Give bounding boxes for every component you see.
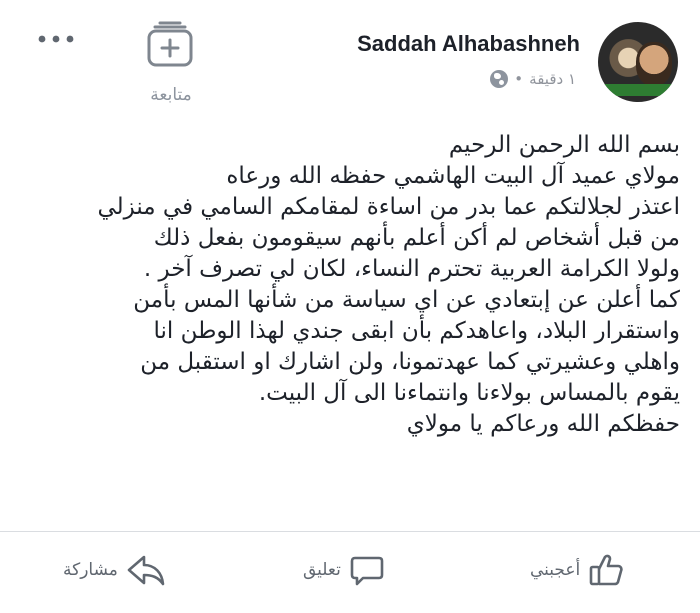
like-label: أعجبني <box>530 560 581 580</box>
follow-button-label[interactable]: متابعة <box>140 85 202 105</box>
post-text-line: مولاي عميد آل البيت الهاشمي حفظه الله ور… <box>226 163 680 189</box>
like-button[interactable]: أعجبني <box>530 538 624 602</box>
follow-icon[interactable] <box>146 20 194 68</box>
comment-button[interactable]: تعليق <box>303 538 385 602</box>
actions-divider <box>0 531 700 532</box>
post-text-line: يقوم بالمساس بولاءنا وانتماءنا الى آل ال… <box>258 380 680 406</box>
thumbs-up-icon <box>589 554 623 586</box>
share-button[interactable]: مشاركة <box>63 538 166 602</box>
comment-icon <box>350 556 384 586</box>
globe-icon <box>490 70 509 88</box>
more-horizontal-icon[interactable] <box>38 34 74 44</box>
post-time[interactable]: ١ دقيقة <box>529 70 576 88</box>
avatar-banner <box>598 84 678 96</box>
author-name[interactable]: Saddah Alhabashneh <box>357 31 580 57</box>
post-text: بسم الله الرحمن الرحيم مولاي عميد آل الب… <box>0 130 680 440</box>
post-text-line: حفظكم الله ورعاكم يا مولاي <box>406 411 680 437</box>
post-header: Saddah Alhabashneh ١ دقيقة • متابعة <box>0 0 700 120</box>
post-text-line: اعتذر لجلالتكم عما بدر من اساءة لمقامكم … <box>97 194 680 220</box>
share-icon <box>127 555 165 586</box>
meta-separator: • <box>514 70 524 88</box>
post-text-line: ولولا الكرامة العربية تحترم النساء، لكان… <box>143 256 680 282</box>
post-meta: ١ دقيقة • <box>490 70 576 88</box>
author-avatar[interactable] <box>598 22 678 102</box>
avatar-photo-detail <box>636 42 672 86</box>
post-text-line: من قبل أشخاص لم أكن أعلم بأنهم سيقومون ب… <box>153 225 680 251</box>
post-text-line: واستقرار البلاد، واعاهدكم بأن ابقى جندي … <box>153 318 680 344</box>
post-text-line: بسم الله الرحمن الرحيم <box>448 132 680 158</box>
post-text-line: واهلي وعشيرتي كما عهدتمونا، ولن اشارك او… <box>140 349 680 375</box>
post-text-line: كما أعلن عن إبتعادي عن اي سياسة من شأنها… <box>133 287 680 313</box>
comment-label: تعليق <box>303 560 341 580</box>
post-actions-bar: أعجبني تعليق مشاركة <box>0 538 700 602</box>
share-label: مشاركة <box>63 560 118 580</box>
